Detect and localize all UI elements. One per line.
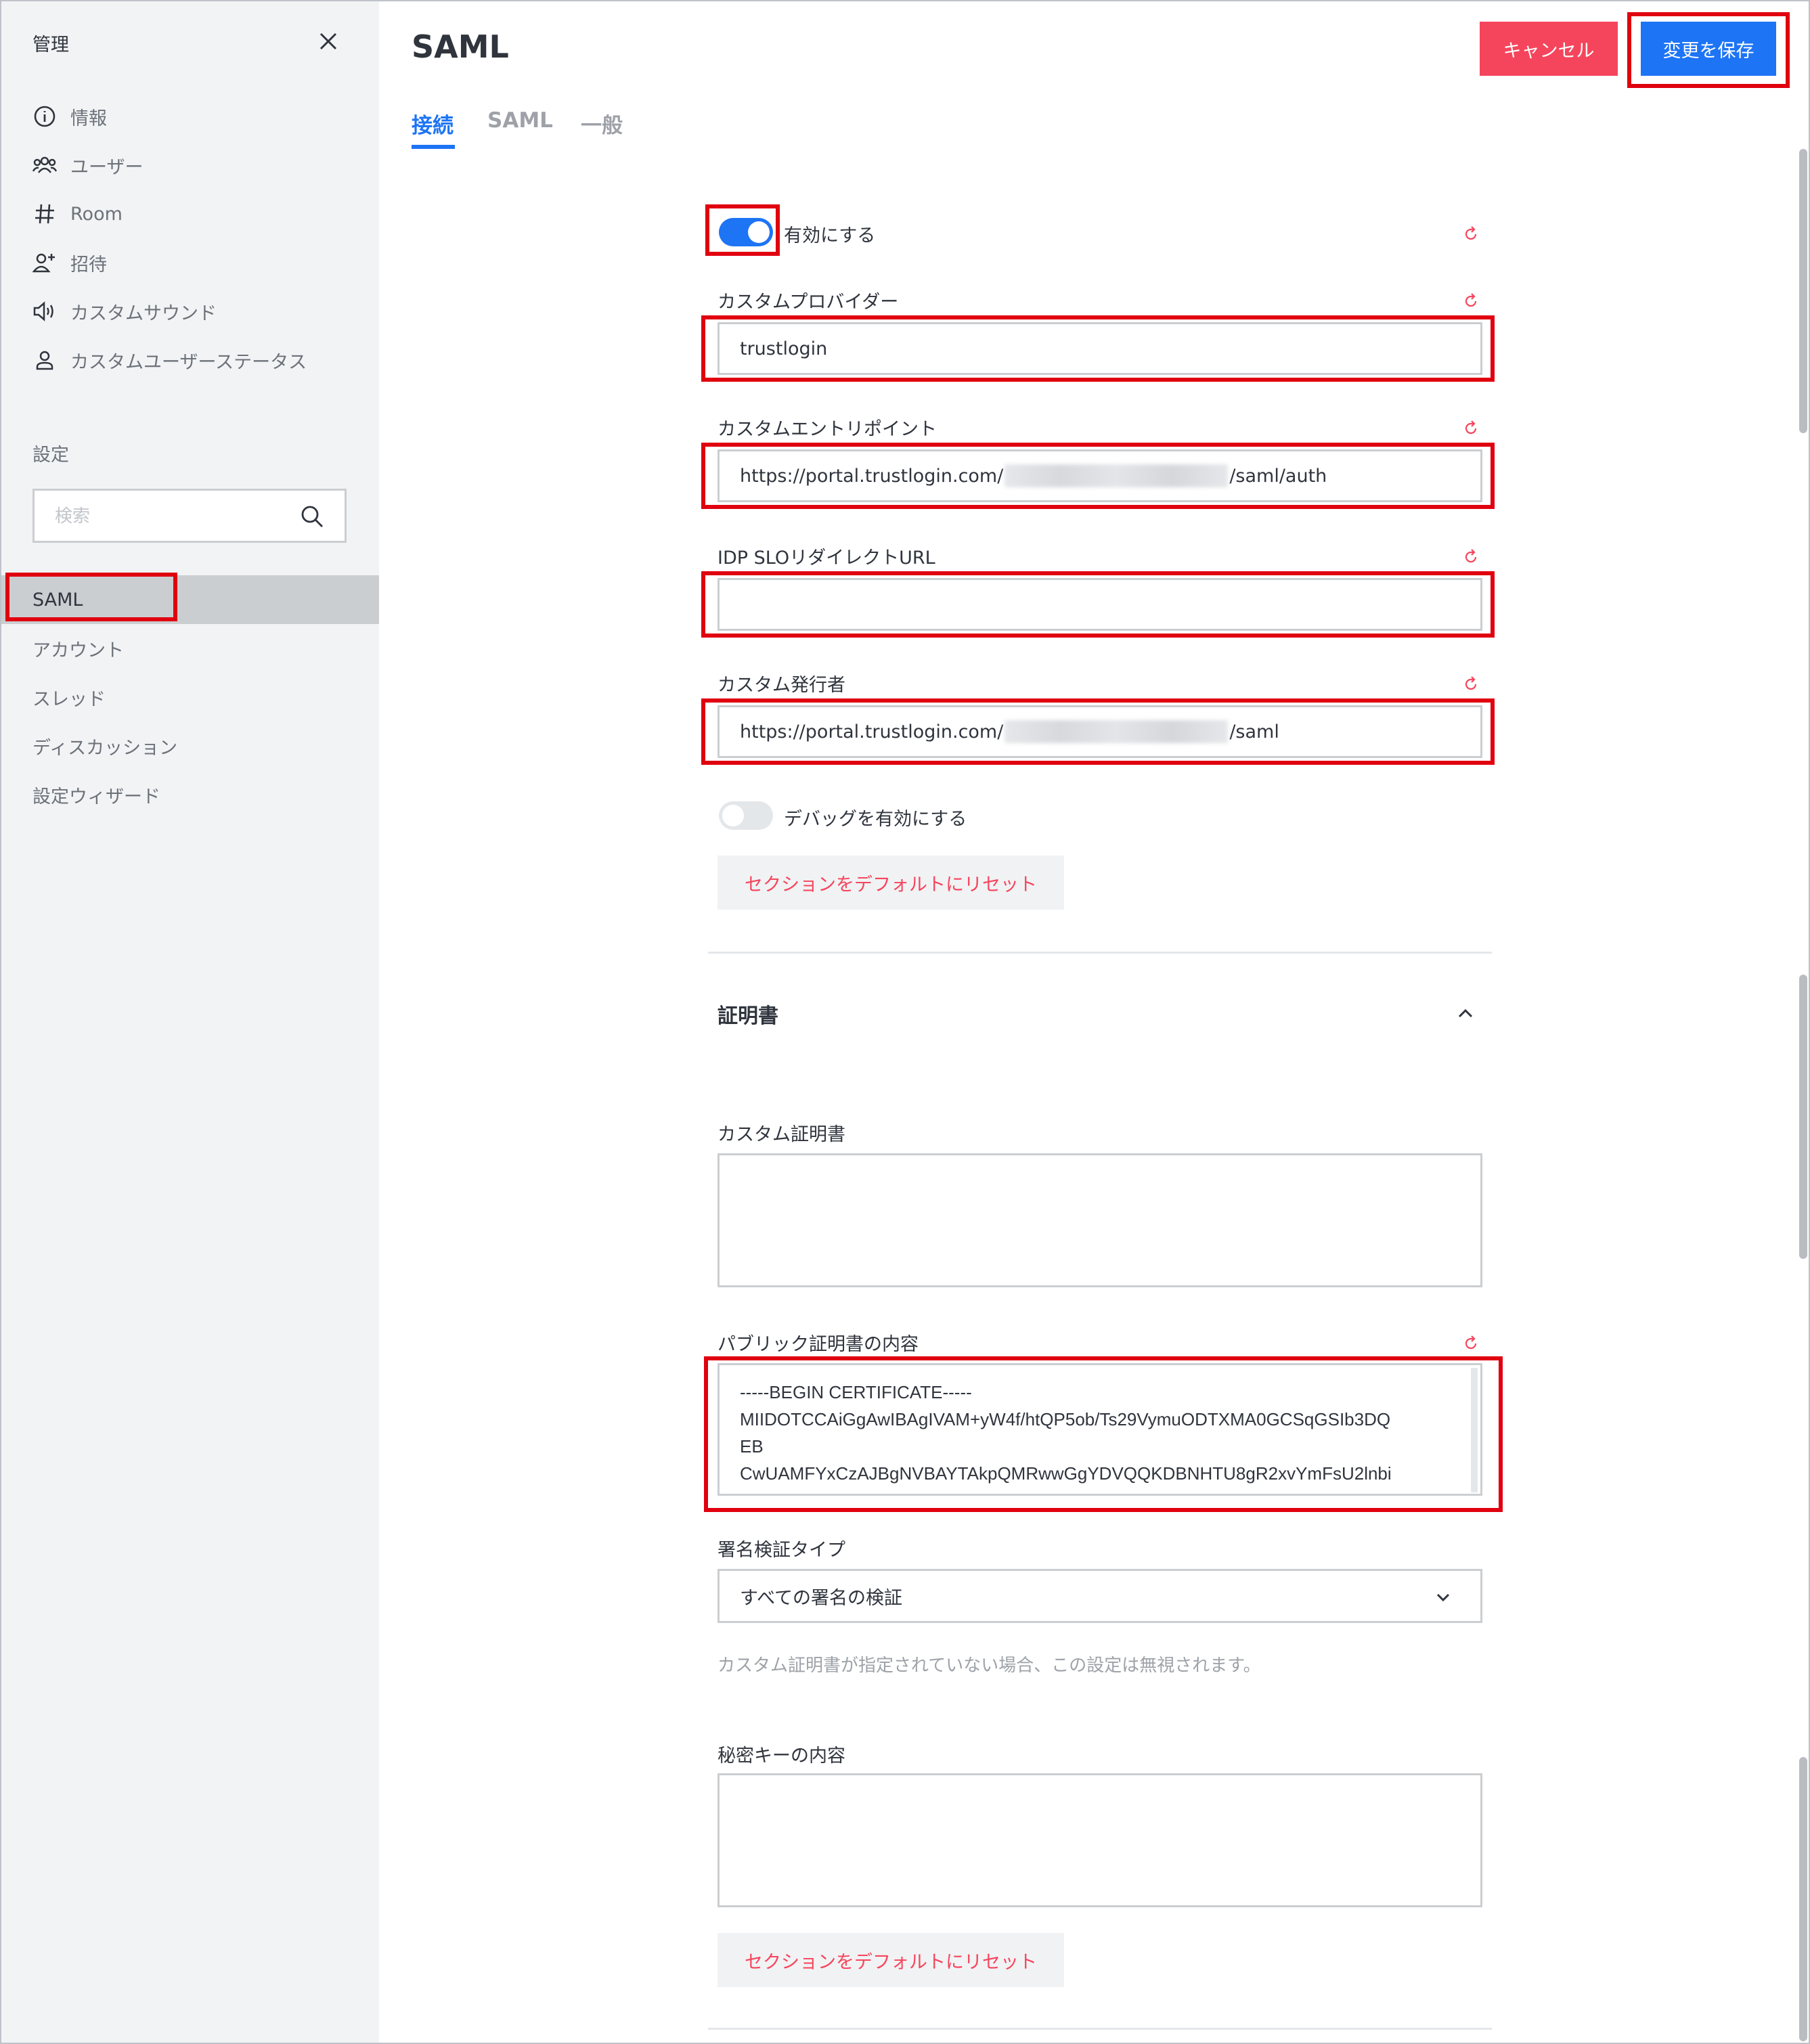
issuer-suffix: /saml [1229, 721, 1279, 742]
reset-icon[interactable] [1462, 292, 1480, 310]
entry-point-suffix: /saml/auth [1229, 465, 1327, 487]
sidebar-setting-setup-wizard[interactable]: 設定ウィザード [1, 770, 379, 819]
textarea-scrollbar[interactable] [1471, 1368, 1478, 1492]
page-scrollbar[interactable] [1799, 975, 1807, 1259]
sidebar-item-label: ユーザー [70, 156, 144, 178]
admin-sidebar: 管理 情報 ユーザー Room 招待 カスタムサウンド カスタムユーザーステータ… [1, 1, 379, 2043]
idp-slo-input[interactable] [718, 578, 1482, 631]
reset-icon[interactable] [1462, 548, 1480, 566]
add-user-icon [32, 250, 57, 275]
certificate-heading: 証明書 [718, 1004, 778, 1028]
signature-type-label: 署名検証タイプ [718, 1540, 845, 1561]
section-divider [708, 2028, 1492, 2030]
custom-certificate-textarea[interactable] [718, 1153, 1482, 1287]
sidebar-item-custom-sounds[interactable]: カスタムサウンド [32, 292, 217, 330]
idp-slo-label: IDP SLOリダイレクトURL [718, 548, 935, 569]
issuer-prefix: https://portal.trustlogin.com/ [740, 721, 1004, 742]
certificate-line: EB [740, 1436, 764, 1457]
sidebar-item-label: 招待 [70, 254, 107, 275]
sidebar-item-invites[interactable]: 招待 [32, 244, 107, 282]
users-icon [32, 153, 57, 177]
tab-general[interactable]: 一般 [581, 108, 623, 139]
certificate-line: BLLkw [740, 1487, 1460, 1494]
custom-issuer-label: カスタム発行者 [718, 675, 845, 696]
chevron-up-icon[interactable] [1455, 1003, 1476, 1023]
certificate-line: CwUAMFYxCzAJBgNVBAYTAkpQMRwwGgYDVQQKDBNH… [740, 1463, 1392, 1484]
sidebar-item-room[interactable]: Room [32, 195, 123, 233]
search-icon[interactable] [300, 504, 324, 529]
cancel-button[interactable]: キャンセル [1480, 22, 1618, 76]
custom-issuer-input[interactable]: https://portal.trustlogin.com/ /saml [718, 705, 1482, 758]
redacted-segment [1005, 464, 1229, 487]
certificate-line: MIIDOTCCAiGgAwIBAgIVAM+yW4f/htQP5ob/Ts29… [740, 1409, 1391, 1429]
speaker-icon [32, 299, 57, 324]
private-key-label: 秘密キーの内容 [718, 1746, 845, 1767]
hash-icon [32, 202, 57, 226]
certificate-line: -----BEGIN CERTIFICATE----- [740, 1382, 972, 1402]
reset-section-button[interactable]: セクションをデフォルトにリセット [718, 856, 1064, 910]
custom-entry-point-input[interactable]: https://portal.trustlogin.com/ /saml/auth [718, 449, 1482, 502]
tab-connection[interactable]: 接続 [412, 108, 454, 139]
signature-type-select[interactable]: すべての署名の検証 [718, 1569, 1482, 1623]
page-title: SAML [412, 28, 509, 65]
sidebar-item-label: カスタムユーザーステータス [70, 351, 307, 373]
signature-type-hint: カスタム証明書が指定されていない場合、この設定は無視されます。 [718, 1656, 1261, 1676]
sidebar-item-users[interactable]: ユーザー [32, 146, 143, 184]
sidebar-item-label: カスタムサウンド [70, 303, 217, 324]
tab-saml[interactable]: SAML [487, 108, 553, 133]
private-key-textarea[interactable] [718, 1773, 1482, 1907]
public-certificate-label: パブリック証明書の内容 [718, 1334, 919, 1355]
sidebar-setting-threads[interactable]: スレッド [1, 673, 379, 721]
sidebar-item-label: Room [70, 203, 123, 225]
page-scrollbar[interactable] [1799, 149, 1807, 433]
enable-label: 有効にする [784, 225, 876, 246]
custom-provider-input[interactable]: trustlogin [718, 322, 1482, 375]
section-divider [708, 952, 1492, 954]
sidebar-setting-saml[interactable]: SAML [1, 575, 379, 624]
info-icon [32, 104, 57, 129]
settings-search [32, 489, 347, 543]
settings-heading: 設定 [32, 445, 69, 466]
debug-toggle[interactable] [719, 801, 773, 830]
sidebar-item-label: 情報 [70, 108, 107, 129]
entry-point-prefix: https://portal.trustlogin.com/ [740, 465, 1004, 487]
public-certificate-textarea[interactable]: -----BEGIN CERTIFICATE----- MIIDOTCCAiGg… [718, 1363, 1482, 1496]
reset-icon[interactable] [1462, 1335, 1480, 1352]
page-scrollbar[interactable] [1799, 1757, 1807, 2041]
signature-type-value: すべての署名の検証 [740, 1587, 903, 1609]
redacted-segment [1005, 720, 1229, 743]
custom-provider-value: trustlogin [740, 338, 828, 359]
sidebar-setting-accounts[interactable]: アカウント [1, 624, 379, 673]
reset-icon[interactable] [1462, 420, 1480, 437]
custom-certificate-label: カスタム証明書 [718, 1124, 845, 1145]
active-tab-indicator [412, 145, 455, 149]
custom-provider-label: カスタムプロバイダー [718, 292, 899, 313]
chevron-down-icon [1436, 1593, 1450, 1602]
enable-toggle[interactable] [719, 218, 773, 246]
debug-label: デバッグを有効にする [784, 809, 967, 830]
sidebar-title: 管理 [32, 35, 69, 55]
search-input[interactable] [55, 505, 285, 527]
close-icon[interactable] [317, 30, 340, 53]
sidebar-item-info[interactable]: 情報 [32, 97, 107, 135]
reset-icon[interactable] [1462, 675, 1480, 693]
custom-entry-point-label: カスタムエントリポイント [718, 419, 937, 440]
user-status-icon [32, 348, 57, 372]
reset-icon[interactable] [1462, 225, 1480, 243]
sidebar-item-custom-user-status[interactable]: カスタムユーザーステータス [32, 341, 307, 379]
reset-section-button[interactable]: セクションをデフォルトにリセット [718, 1933, 1064, 1987]
save-changes-button[interactable]: 変更を保存 [1641, 22, 1776, 76]
sidebar-setting-discussion[interactable]: ディスカッション [1, 721, 379, 770]
